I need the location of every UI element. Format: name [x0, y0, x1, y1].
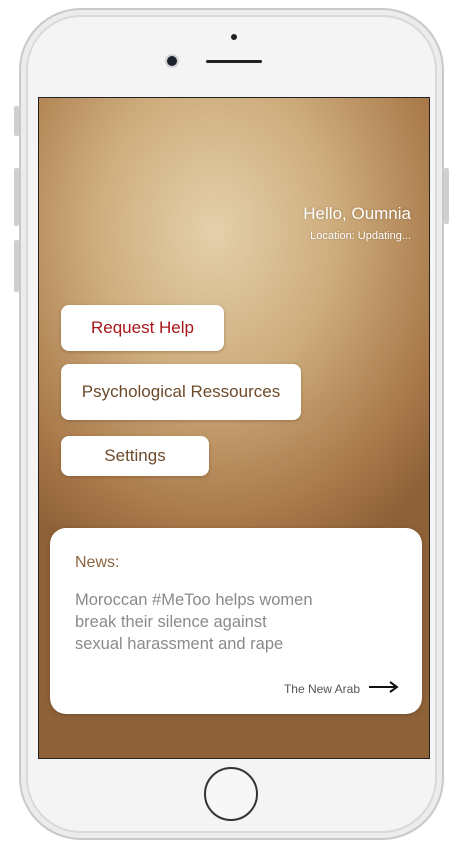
- power-button: [444, 168, 449, 224]
- proximity-sensor: [231, 34, 237, 40]
- settings-button[interactable]: Settings: [61, 436, 209, 476]
- news-title: News:: [75, 554, 120, 571]
- location-status: Location: Updating...: [310, 230, 411, 242]
- news-source: The New Arab: [283, 682, 360, 696]
- news-headline[interactable]: Moroccan #MeToo helps women break their …: [75, 589, 315, 655]
- earpiece-speaker: [206, 60, 262, 63]
- psychological-resources-button[interactable]: Psychological Ressources: [61, 364, 301, 420]
- news-card[interactable]: News: Moroccan #MeToo helps women break …: [50, 528, 422, 714]
- user-greeting: Hello, Oumnia Location: Updating...: [303, 204, 411, 244]
- arrow-right-icon[interactable]: [368, 680, 400, 694]
- request-help-button[interactable]: Request Help: [61, 305, 224, 351]
- greeting-text: Hello, Oumnia: [303, 204, 411, 223]
- app-screen: Hello, Oumnia Location: Updating... Requ…: [38, 97, 430, 759]
- home-button[interactable]: [204, 767, 258, 821]
- front-camera-icon: [167, 56, 177, 66]
